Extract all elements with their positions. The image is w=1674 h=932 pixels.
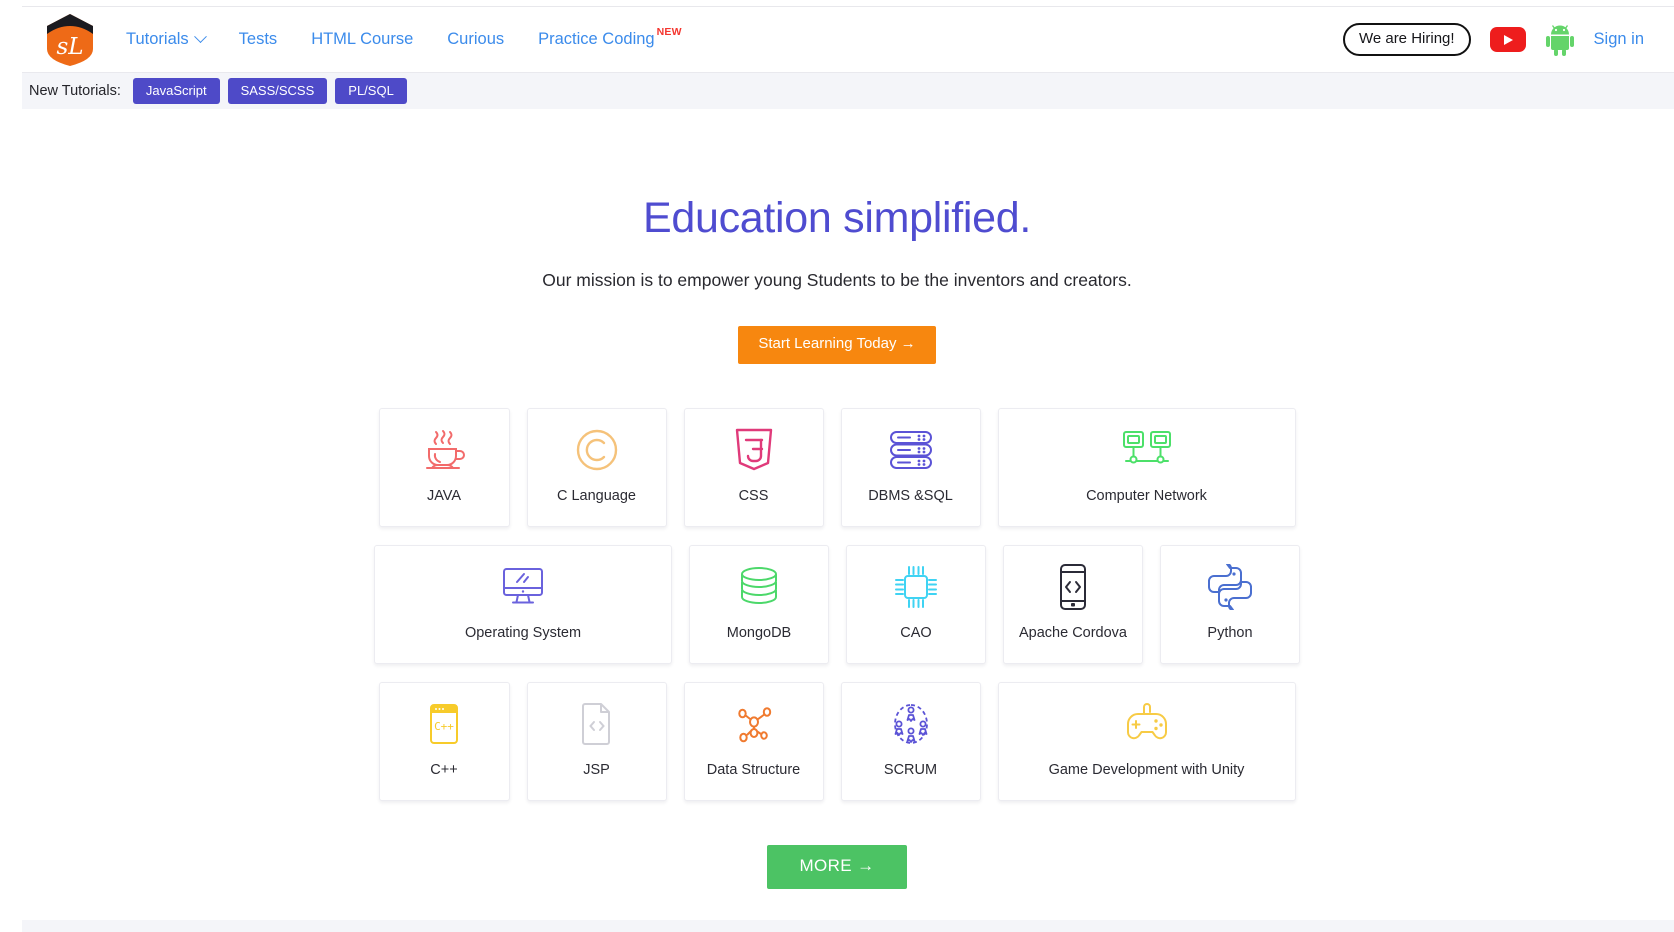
hero-section: Education simplified. Our mission is to … <box>0 194 1674 364</box>
sign-in-link[interactable]: Sign in <box>1594 30 1644 49</box>
new-tutorials-label: New Tutorials: <box>29 83 121 99</box>
card-label: JAVA <box>426 488 462 504</box>
nav-label: Tutorials <box>126 30 189 49</box>
card-cao[interactable]: CAO <box>846 545 986 664</box>
database-stack-icon <box>887 423 935 477</box>
card-mongodb[interactable]: MongoDB <box>689 545 829 664</box>
nav-item-html-course[interactable]: HTML Course <box>294 25 430 54</box>
card-java[interactable]: JAVA <box>378 408 510 527</box>
coffee-cup-icon <box>421 423 467 477</box>
chevron-down-icon <box>193 30 207 44</box>
nav-item-curious[interactable]: Curious <box>430 25 521 54</box>
card-label: CSS <box>738 488 769 504</box>
card-game-development-with-unity[interactable]: Game Development with Unity <box>997 682 1296 801</box>
tag-javascript[interactable]: JavaScript <box>132 78 220 104</box>
card-label: Computer Network <box>1086 488 1207 504</box>
card-css[interactable]: CSS <box>683 408 824 527</box>
card-label: Operating System <box>464 625 582 641</box>
card-label: CAO <box>900 625 932 641</box>
card-label: JSP <box>583 762 610 778</box>
network-computers-icon <box>1120 423 1174 477</box>
card-apache-cordova[interactable]: Apache Cordova <box>1003 545 1143 664</box>
we-are-hiring-button[interactable]: We are Hiring! <box>1342 23 1471 56</box>
footer-strip <box>22 920 1674 932</box>
site-header: sL Tutorials Tests HTML Course Curious P… <box>22 6 1674 73</box>
header-actions: We are Hiring! Sign in <box>1342 23 1644 56</box>
card-operating-system[interactable]: Operating System <box>374 545 672 664</box>
scrum-team-icon <box>888 697 934 751</box>
gamepad-icon <box>1122 697 1172 751</box>
svg-text:sL: sL <box>56 34 83 60</box>
new-tutorials-bar: New Tutorials: JavaScript SASS/SCSS PL/S… <box>22 73 1674 109</box>
copyright-c-icon <box>574 423 620 477</box>
card-label: DBMS &SQL <box>868 488 953 504</box>
cpp-window-icon: C++ <box>426 697 462 751</box>
card-label: Game Development with Unity <box>1048 762 1245 778</box>
python-snake-icon <box>1208 560 1252 614</box>
nav-label: HTML Course <box>311 30 414 49</box>
android-icon[interactable] <box>1545 24 1575 56</box>
card-c-language[interactable]: C Language <box>526 408 667 527</box>
nav-item-practice-coding[interactable]: Practice Coding NEW <box>521 25 697 54</box>
more-section: MORE → <box>0 845 1674 889</box>
mobile-code-icon <box>1056 560 1090 614</box>
card-label: Apache Cordova <box>1018 625 1127 641</box>
card-label: MongoDB <box>726 625 792 641</box>
card-data-structure[interactable]: Data Structure <box>683 682 824 801</box>
card-jsp[interactable]: JSP <box>526 682 667 801</box>
card-row: C++ C++ JSP Data Structure SCRUM Game De… <box>366 682 1308 801</box>
code-file-icon <box>579 697 615 751</box>
card-python[interactable]: Python <box>1160 545 1300 664</box>
main-navigation: Tutorials Tests HTML Course Curious Prac… <box>122 25 697 54</box>
more-button[interactable]: MORE → <box>767 845 907 889</box>
sololearn-shield-logo: sL <box>47 13 93 66</box>
hero-subtitle: Our mission is to empower young Students… <box>542 270 1132 291</box>
new-badge: NEW <box>656 26 682 39</box>
page-title: Education simplified. <box>642 194 1032 242</box>
db-cylinder-icon <box>738 560 780 614</box>
nav-label: Tests <box>238 30 278 49</box>
tag-plsql[interactable]: PL/SQL <box>335 78 407 104</box>
card-dbms-sql[interactable]: DBMS &SQL <box>840 408 981 527</box>
svg-text:C++: C++ <box>434 720 454 733</box>
nav-label: Curious <box>447 30 505 49</box>
tag-sass-scss[interactable]: SASS/SCSS <box>227 78 328 104</box>
nav-item-tests[interactable]: Tests <box>222 25 295 54</box>
card-label: Data Structure <box>706 762 801 778</box>
node-graph-icon <box>731 697 777 751</box>
card-row: Operating System MongoDB CAO Apache Cord… <box>366 545 1308 664</box>
card-cpp[interactable]: C++ C++ <box>378 682 510 801</box>
course-card-grid: JAVA C Language CSS DBMS &SQL Computer N… <box>366 408 1308 819</box>
youtube-icon[interactable] <box>1489 27 1526 52</box>
nav-label: Practice Coding <box>538 30 655 49</box>
play-triangle-icon <box>1504 34 1514 45</box>
nav-item-tutorials[interactable]: Tutorials <box>122 25 222 54</box>
cpu-chip-icon <box>893 560 939 614</box>
card-label: Python <box>1207 625 1253 641</box>
start-learning-button[interactable]: Start Learning Today → <box>738 326 936 364</box>
card-label: C Language <box>556 488 636 504</box>
card-label: SCRUM <box>883 762 938 778</box>
page-root: sL Tutorials Tests HTML Course Curious P… <box>0 0 1674 932</box>
card-scrum[interactable]: SCRUM <box>840 682 981 801</box>
desktop-monitor-icon <box>499 560 547 614</box>
card-computer-network[interactable]: Computer Network <box>997 408 1296 527</box>
site-logo[interactable]: sL <box>44 13 96 67</box>
card-label: C++ <box>430 762 458 778</box>
css-shield-icon <box>734 423 774 477</box>
card-row: JAVA C Language CSS DBMS &SQL Computer N… <box>366 408 1308 527</box>
